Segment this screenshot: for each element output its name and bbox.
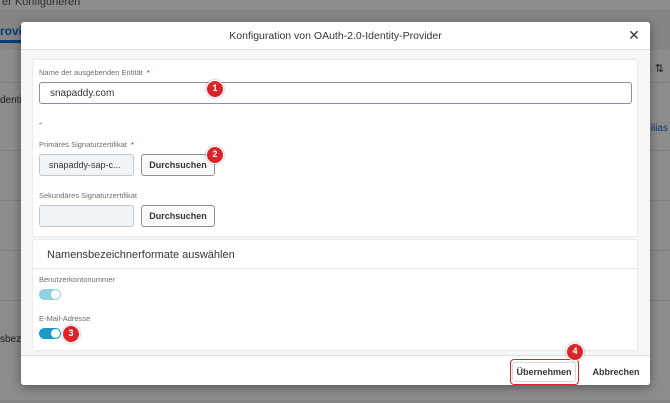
- email-toggle[interactable]: [39, 328, 61, 339]
- dialog-footer: Übernehmen Abbrechen: [21, 355, 650, 385]
- secondary-cert-browse-button[interactable]: Durchsuchen: [141, 205, 215, 227]
- required-asterisk: *: [146, 68, 150, 77]
- issuer-label-text: Name der ausgebenden Entität: [39, 68, 143, 77]
- required-asterisk: *: [130, 140, 134, 149]
- account-number-label: Benutzerkontonummer: [39, 275, 115, 284]
- primary-cert-label-text: Primäres Signaturzertifikat: [39, 140, 127, 149]
- email-label: E-Mail-Adresse: [39, 314, 91, 323]
- dialog-title: Konfiguration von OAuth-2.0-Identity-Pro…: [229, 30, 442, 42]
- issuer-label: Name der ausgebenden Entität *: [39, 68, 150, 77]
- close-icon[interactable]: ✕: [626, 27, 642, 43]
- apply-button[interactable]: Übernehmen: [512, 362, 576, 382]
- cancel-button[interactable]: Abbrechen: [587, 362, 645, 382]
- section-divider: [33, 268, 637, 269]
- primary-cert-file-field[interactable]: snapaddy-sap-c...: [39, 154, 134, 176]
- issuer-name-input[interactable]: [39, 82, 632, 104]
- name-formats-title: Namensbezeichnerformate auswählen: [47, 249, 235, 261]
- primary-cert-label: Primäres Signaturzertifikat *: [39, 140, 134, 149]
- step-marker: 1: [206, 80, 224, 98]
- secondary-cert-label: Sekundäres Signaturzertifikat: [39, 191, 137, 200]
- dialog-header: Konfiguration von OAuth-2.0-Identity-Pro…: [21, 22, 650, 50]
- step-marker: 2: [206, 146, 224, 164]
- secondary-cert-file-field[interactable]: [39, 205, 134, 227]
- step-marker: 3: [62, 325, 80, 343]
- separator-dash: -: [39, 118, 42, 128]
- account-number-toggle[interactable]: [39, 289, 61, 300]
- oauth-config-dialog: Konfiguration von OAuth-2.0-Identity-Pro…: [21, 22, 650, 385]
- step-marker: 4: [566, 343, 584, 361]
- toggle-knob: [51, 290, 60, 299]
- toggle-knob: [51, 329, 60, 338]
- primary-cert-browse-button[interactable]: Durchsuchen: [141, 154, 215, 176]
